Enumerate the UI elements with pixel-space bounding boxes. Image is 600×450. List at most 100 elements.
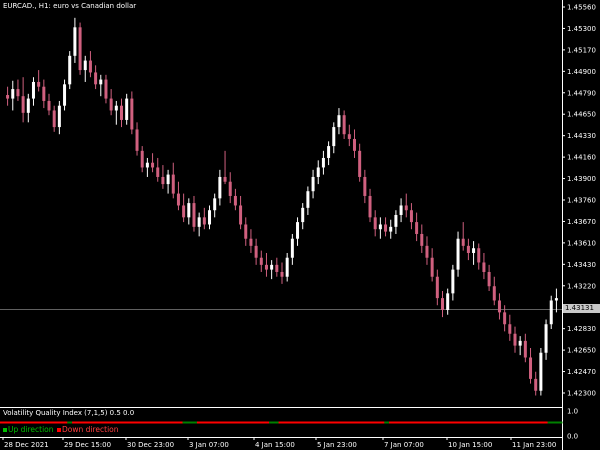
indicator-segment <box>38 421 44 424</box>
indicator-segment <box>67 421 73 424</box>
indicator-segment <box>389 421 395 424</box>
indicator-segment <box>259 421 265 424</box>
indicator-segment <box>528 421 534 424</box>
indicator-segment <box>96 421 102 424</box>
candle-body <box>151 162 155 168</box>
indicator-segment <box>489 421 496 424</box>
price-chart[interactable]: 1.45560 1.45300 1.45170 1.44900 1.44790 1.446… <box>0 0 600 450</box>
indicator-segment <box>393 421 400 424</box>
indicator-segment <box>341 421 347 424</box>
candle-body <box>389 226 393 232</box>
indicator-segment <box>158 421 164 424</box>
indicator-segment <box>216 421 222 424</box>
candle-body <box>415 222 419 234</box>
candle-body <box>306 191 310 208</box>
candle-body <box>394 214 398 227</box>
indicator-segment <box>264 421 270 424</box>
indicator-segment <box>293 421 299 424</box>
indicator-segment <box>43 421 49 424</box>
time-tick-label: 4 Jan 15:00 <box>255 441 295 449</box>
legend-up-label: Up direction <box>8 425 54 434</box>
indicator-segment <box>235 421 241 424</box>
indicator-segment <box>120 421 126 424</box>
candle-body <box>425 245 429 258</box>
candle-body <box>549 300 553 325</box>
indicator-segment <box>321 421 328 424</box>
candle-body <box>461 238 465 246</box>
candle-body <box>296 222 300 239</box>
candle-body <box>482 262 486 272</box>
candle-body <box>337 115 341 128</box>
candle-body <box>264 264 268 270</box>
indicator-segment <box>437 421 443 424</box>
indicator-segment <box>115 421 121 424</box>
indicator-segment <box>427 421 433 424</box>
candle-body <box>161 176 165 185</box>
indicator-segment <box>273 421 280 424</box>
candle-body <box>11 89 15 99</box>
indicator-segment <box>14 421 20 424</box>
indicator-segment <box>9 421 15 424</box>
price-tick-label: 1.42470 <box>567 368 596 376</box>
candle-body <box>171 174 175 194</box>
candle-body <box>554 298 558 301</box>
price-tick-label: 1.45300 <box>567 25 596 33</box>
candle-body <box>218 176 222 199</box>
candle-body <box>109 98 113 111</box>
price-tick-label: 1.42300 <box>567 390 596 398</box>
price-tick-label: 1.43220 <box>567 282 596 290</box>
candle-body <box>254 245 258 258</box>
candle-body <box>197 217 201 227</box>
candle-body <box>508 324 512 334</box>
indicator-title: Volatility Quality Index (7,1,5) 0.5 0.0 <box>3 409 135 417</box>
candle-body <box>492 286 496 301</box>
candle-body <box>26 98 30 113</box>
indicator-segment <box>139 421 145 424</box>
candle-body <box>83 60 87 71</box>
indicator-segment <box>268 421 275 424</box>
down-square-icon <box>57 428 61 432</box>
candle-body <box>456 238 460 270</box>
indicator-segment <box>312 421 318 424</box>
indicator-segment <box>4 421 11 424</box>
indicator-segment <box>278 421 284 424</box>
indicator-segment <box>153 421 160 424</box>
candle-body <box>63 84 67 106</box>
indicator-segment <box>28 421 35 424</box>
indicator-segment <box>307 421 313 424</box>
price-tick-label: 1.42650 <box>567 347 596 355</box>
candle-body <box>285 257 289 277</box>
candle-body <box>249 238 253 246</box>
time-tick-label: 11 Jan 23:00 <box>512 441 556 449</box>
candle-body <box>16 89 20 97</box>
indicator-segment <box>62 421 68 424</box>
indicator-segment <box>163 421 169 424</box>
indicator-segment <box>360 421 366 424</box>
candle-body <box>52 110 56 128</box>
candle-body <box>446 293 450 310</box>
time-tick-label: 29 Dec 15:00 <box>64 441 111 449</box>
indicator-segment <box>187 421 193 424</box>
chart-title: EURCAD., H1: euro vs Canadian dollar <box>3 2 137 10</box>
candle-body <box>37 81 41 87</box>
indicator-segment <box>408 421 414 424</box>
indicator-segment <box>557 421 563 424</box>
indicator-segment <box>379 421 385 424</box>
candle-body <box>140 150 144 168</box>
candle-body <box>145 162 149 168</box>
time-tick-label: 5 Jan 23:00 <box>317 441 357 449</box>
indicator-segment <box>225 421 232 424</box>
indicator-segment <box>552 421 558 424</box>
candle-body <box>420 233 424 246</box>
candle-body <box>290 238 294 258</box>
indicator-tick-label: 0.0 <box>567 433 578 441</box>
candle-body <box>534 378 538 391</box>
candle-body <box>68 55 72 85</box>
indicator-segment <box>144 421 150 424</box>
price-tick-label: 1.44330 <box>567 132 596 140</box>
indicator-segment <box>201 421 208 424</box>
indicator-segment <box>317 421 323 424</box>
indicator-segment <box>350 421 356 424</box>
indicator-segment <box>345 421 352 424</box>
candle-body <box>352 138 356 151</box>
